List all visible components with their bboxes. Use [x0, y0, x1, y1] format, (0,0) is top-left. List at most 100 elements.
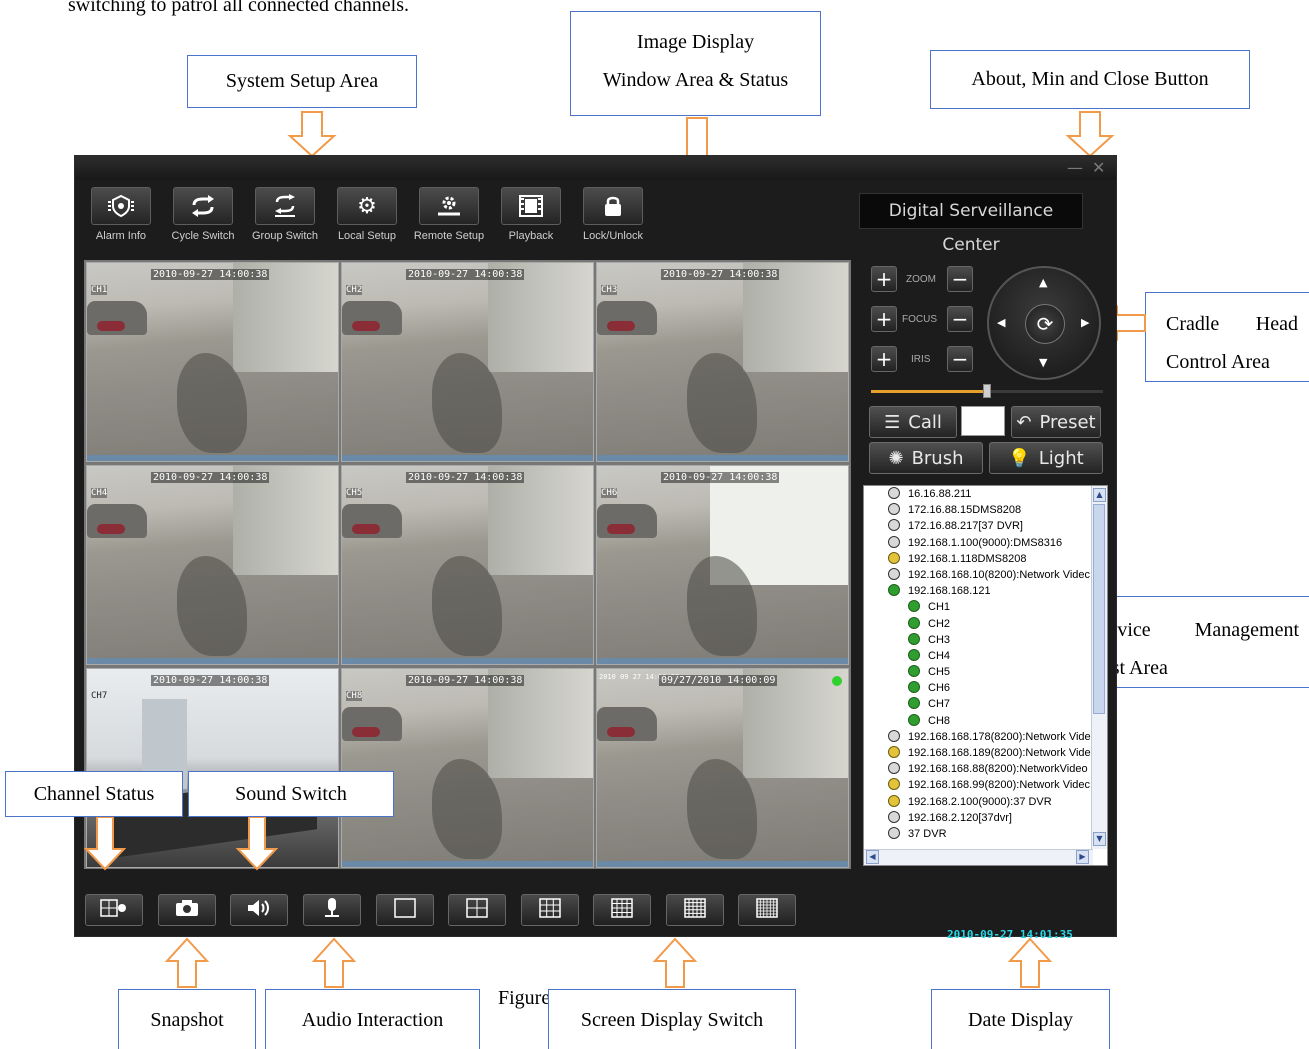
slider-knob[interactable]	[983, 384, 991, 398]
sound-switch-button[interactable]	[230, 894, 288, 926]
layout-1-button[interactable]	[376, 894, 434, 926]
device-status-icon	[908, 713, 920, 726]
channel-label: CH2	[346, 285, 363, 295]
device-management-list: 16.16.88.211 172.16.88.15DMS8208 172.16.88…	[863, 485, 1108, 866]
device-channel-item[interactable]: CH5	[864, 664, 1107, 680]
channel-status-icon	[100, 898, 128, 923]
video-cell[interactable]: 2010-09-27 14:00:38 CH2	[341, 262, 594, 462]
device-channel-item[interactable]: CH4	[864, 648, 1107, 664]
zoom-out-button[interactable]: −	[947, 266, 973, 292]
layout-36-button[interactable]	[738, 894, 796, 926]
device-label: CH8	[928, 714, 951, 727]
layout-25-button[interactable]	[666, 894, 724, 926]
video-cell[interactable]: 2010-09-27 14:00:38 CH5	[341, 465, 594, 665]
zoom-in-button[interactable]: +	[871, 266, 897, 292]
ptz-speed-slider[interactable]	[871, 384, 1103, 398]
zoom-label: ZOOM	[906, 274, 936, 285]
remote-setup-button[interactable]: Remote Setup	[409, 187, 489, 247]
layout-4x4-icon	[610, 897, 634, 923]
focus-in-button[interactable]: +	[871, 306, 897, 332]
device-channel-item[interactable]: CH8	[864, 713, 1107, 729]
device-status-icon	[908, 665, 920, 678]
iris-in-button[interactable]: +	[871, 346, 897, 372]
call-button[interactable]: ☰ Call	[869, 406, 957, 438]
device-label: 192.168.2.100(9000):37 DVR	[908, 795, 1052, 808]
scroll-left-icon[interactable]: ◀	[866, 850, 879, 864]
lock-unlock-button[interactable]: Lock/Unlock	[573, 187, 653, 247]
arrow-snapshot	[164, 937, 210, 988]
up-arrow-icon[interactable]: ▲	[1039, 276, 1047, 289]
callout-about-min-close: About, Min and Close Button	[930, 50, 1250, 109]
device-label: CH7	[928, 698, 951, 711]
layout-16-button[interactable]	[593, 894, 651, 926]
close-icon[interactable]: ✕	[1092, 158, 1105, 177]
device-item[interactable]: 172.16.88.15DMS8208	[864, 502, 1107, 518]
scroll-right-icon[interactable]: ▶	[1076, 850, 1089, 864]
vertical-scrollbar[interactable]: ▲ ▼	[1091, 486, 1107, 849]
device-status-icon	[888, 762, 900, 775]
audio-interaction-button[interactable]	[303, 894, 361, 926]
device-item[interactable]: 192.168.168.178(8200):Network Vide	[864, 729, 1107, 745]
local-setup-button[interactable]: ⚙ Local Setup	[327, 187, 407, 247]
application-window: — ✕ Alarm Info Cycle Switch Group Switch…	[74, 155, 1117, 941]
device-channel-item[interactable]: CH3	[864, 632, 1107, 648]
scroll-up-icon[interactable]: ▲	[1093, 488, 1106, 502]
video-cell[interactable]: 2010-09-27 14:00:38 CH4	[86, 465, 339, 665]
device-item[interactable]: 192.168.1.118DMS8208	[864, 551, 1107, 567]
layout-9-button[interactable]	[521, 894, 579, 926]
left-arrow-icon[interactable]: ◀	[997, 316, 1005, 329]
preset-number-input[interactable]	[961, 406, 1005, 436]
device-item[interactable]: 192.168.168.99(8200):Network Videc	[864, 777, 1107, 793]
light-button[interactable]: 💡 Light	[989, 442, 1103, 474]
film-icon	[501, 187, 561, 225]
device-label: 192.168.168.178(8200):Network Vide	[908, 730, 1091, 743]
device-item[interactable]: 192.168.168.88(8200):NetworkVideo	[864, 761, 1107, 777]
video-cell[interactable]: 2010-09-27 14:00:38 CH8	[341, 668, 594, 868]
focus-label: FOCUS	[902, 314, 937, 325]
auto-scan-icon[interactable]: ⟳	[1025, 304, 1065, 344]
device-item[interactable]: 192.168.2.100(9000):37 DVR	[864, 794, 1107, 810]
channel-status-button[interactable]	[85, 894, 143, 926]
device-channel-item[interactable]: CH2	[864, 616, 1107, 632]
video-cell[interactable]: 2010-09-27 14:00:38 CH1	[86, 262, 339, 462]
device-item[interactable]: 172.16.88.217[37 DVR]	[864, 518, 1107, 534]
video-timestamp: 2010-09-27 14:00:38	[151, 472, 270, 483]
scroll-down-icon[interactable]: ▼	[1093, 832, 1106, 846]
right-arrow-icon[interactable]: ▶	[1081, 316, 1089, 329]
video-cell[interactable]: 2010-09-27 14:00:38 CH3	[596, 262, 849, 462]
iris-out-button[interactable]: −	[947, 346, 973, 372]
preset-button[interactable]: ↶ Preset	[1011, 406, 1101, 438]
device-channel-item[interactable]: CH6	[864, 680, 1107, 696]
intro-text: switching to patrol all connected channe…	[68, 0, 410, 16]
device-item[interactable]: 192.168.2.120[37dvr]	[864, 810, 1107, 826]
brush-button[interactable]: ✺ Brush	[869, 442, 983, 474]
shield-alarm-icon	[91, 187, 151, 225]
alarm-info-button[interactable]: Alarm Info	[81, 187, 161, 247]
device-label: 192.168.1.100(9000):DMS8316	[908, 536, 1063, 549]
horizontal-scrollbar[interactable]: ◀ ▶	[864, 849, 1093, 865]
video-cell[interactable]: 2010 09 27 14:00:38 09/27/2010 14:00:09	[596, 668, 849, 868]
cycle-switch-button[interactable]: Cycle Switch	[163, 187, 243, 247]
snapshot-button[interactable]	[158, 894, 216, 926]
scroll-thumb[interactable]	[1093, 504, 1105, 714]
device-item[interactable]: 192.168.168.189(8200):Network Vide	[864, 745, 1107, 761]
minimize-icon[interactable]: —	[1067, 158, 1083, 177]
device-item[interactable]: 16.16.88.211	[864, 486, 1107, 502]
device-item[interactable]: 192.168.168.10(8200):Network Videc	[864, 567, 1107, 583]
device-channel-item[interactable]: CH1	[864, 599, 1107, 615]
device-status-icon	[888, 584, 900, 597]
playback-button[interactable]: Playback	[491, 187, 571, 247]
layout-4-button[interactable]	[448, 894, 506, 926]
device-item[interactable]: 37 DVR	[864, 826, 1107, 842]
cradle-head-control-area: + ZOOM − + FOCUS − + IRIS − ▲ ▼ ◀ ▶ ⟳ ☰ C…	[865, 254, 1105, 474]
device-item[interactable]: 192.168.1.100(9000):DMS8316	[864, 535, 1107, 551]
device-channel-item[interactable]: CH7	[864, 696, 1107, 712]
down-arrow-icon[interactable]: ▼	[1039, 356, 1047, 369]
layout-3x3-icon	[538, 897, 562, 923]
focus-out-button[interactable]: −	[947, 306, 973, 332]
device-item[interactable]: 192.168.168.121	[864, 583, 1107, 599]
callout-image-display: Image Display Window Area & Status	[570, 11, 821, 116]
group-switch-button[interactable]: Group Switch	[245, 187, 325, 247]
device-status-icon	[908, 648, 920, 661]
video-cell[interactable]: 2010-09-27 14:00:38 CH6	[596, 465, 849, 665]
